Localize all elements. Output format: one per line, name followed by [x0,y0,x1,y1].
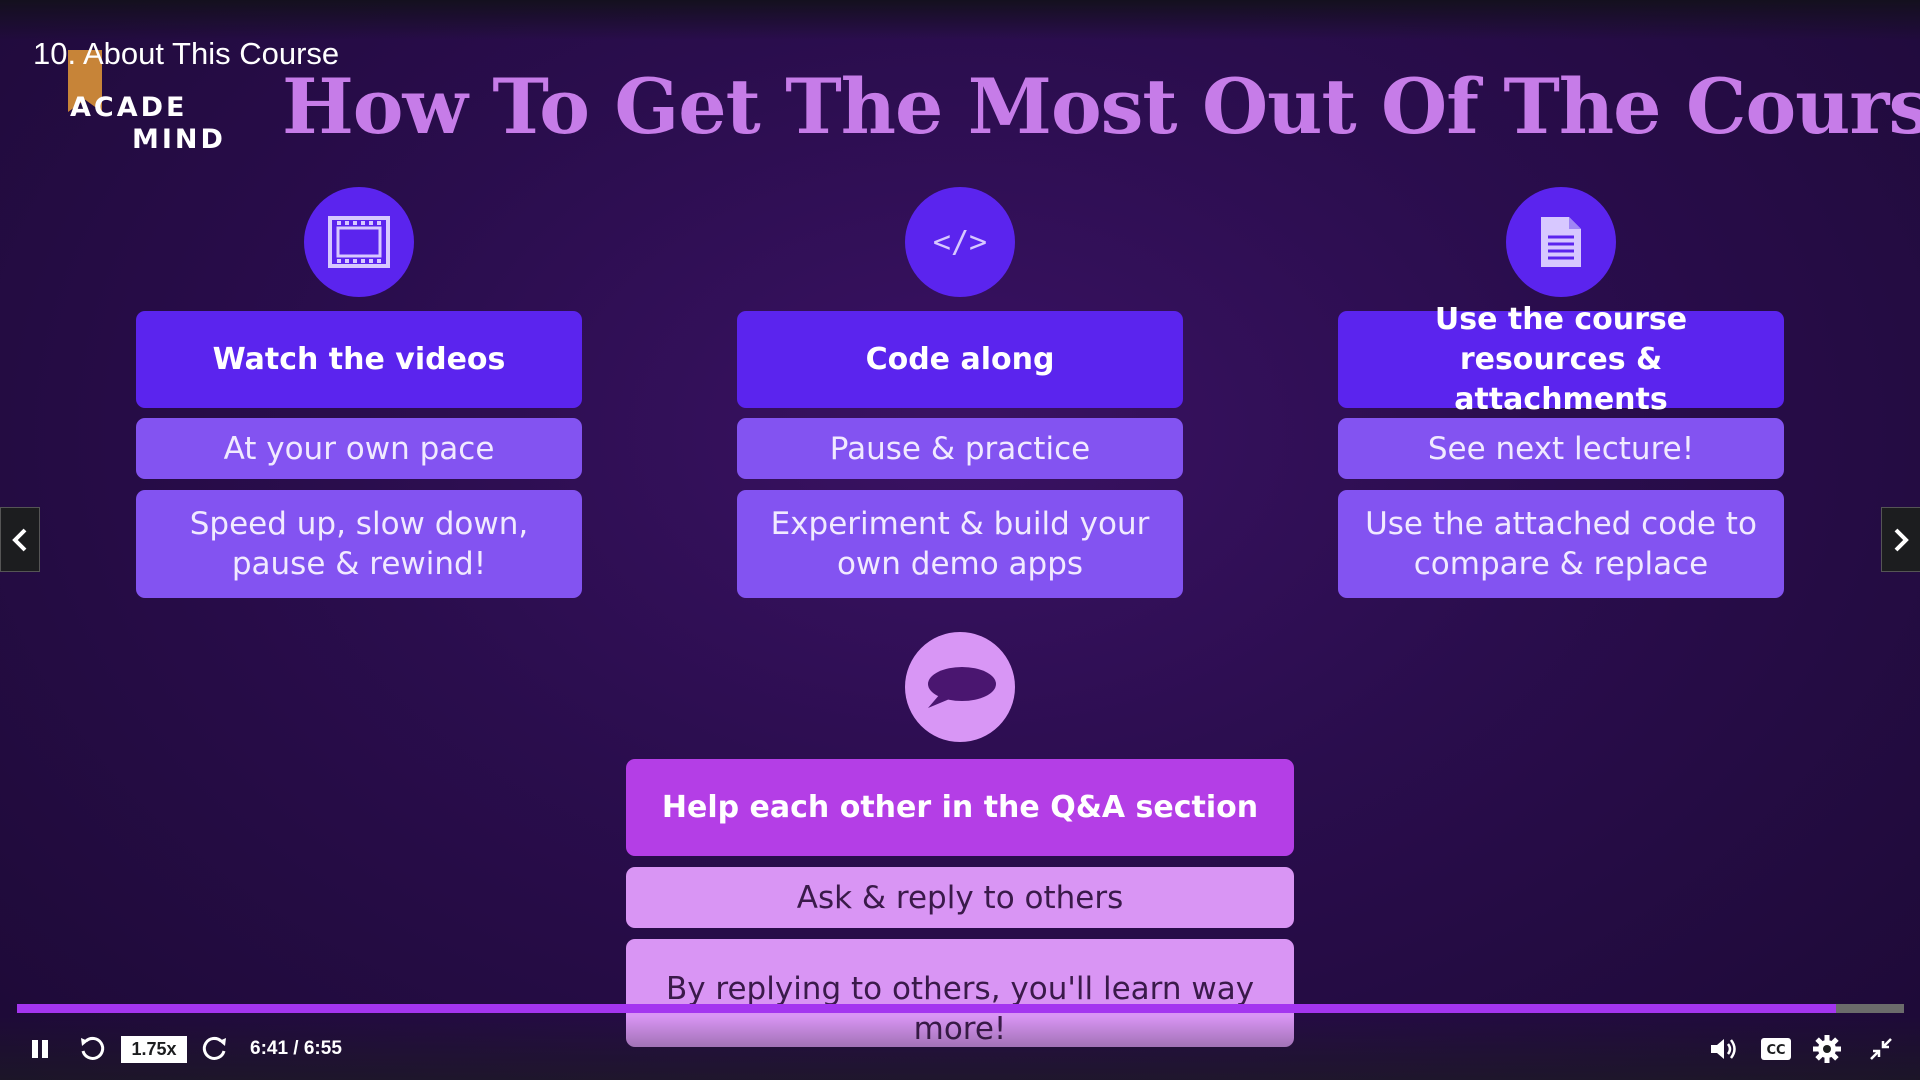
col2-title: Code along [737,311,1183,408]
video-player[interactable]: 10. About This Course ACADE MIND How To … [0,0,1920,1080]
closed-captions-icon: CC [1761,1038,1791,1060]
logo-line-1: ACADE [70,92,188,123]
pause-button[interactable] [26,1033,54,1065]
document-icon [1506,187,1616,297]
logo-line-2: MIND [132,124,226,155]
col1-point2: Speed up, slow down, pause & rewind! [136,490,582,598]
col3-point2: Use the attached code to compare & repla… [1338,490,1784,598]
title-overlay [0,0,1920,40]
gear-icon [1813,1035,1841,1063]
qa-title: Help each other in the Q&A section [626,759,1294,856]
volume-icon [1711,1039,1736,1059]
next-lecture-button[interactable] [1881,507,1920,572]
rewind-button[interactable] [76,1033,108,1065]
col3-point1: See next lecture! [1338,418,1784,479]
col2-point1: Pause & practice [737,418,1183,479]
time-display: 6:41 / 6:55 [250,1038,342,1059]
lecture-title: 10. About This Course [33,36,340,71]
exit-fullscreen-button[interactable] [1864,1033,1898,1065]
col3-title: Use the course resources & attachments [1338,302,1784,417]
col1-title: Watch the videos [136,311,582,408]
playback-speed-button[interactable]: 1.75x [121,1036,187,1063]
progress-fill [17,1004,1837,1013]
col1-point1: At your own pace [136,418,582,479]
pause-icon [32,1040,48,1058]
code-icon: </> [905,187,1015,297]
slide-heading: How To Get The Most Out Of The Course [282,62,1920,151]
progress-bar[interactable] [17,1004,1904,1013]
captions-button[interactable]: CC [1758,1033,1794,1065]
rewind-icon [81,1036,105,1060]
exit-fullscreen-icon [1870,1038,1892,1060]
speech-bubble-icon [905,632,1015,742]
col2-point2: Experiment & build your own demo apps [737,490,1183,598]
forward-icon [202,1036,226,1060]
volume-button[interactable] [1707,1033,1741,1065]
forward-button[interactable] [199,1033,231,1065]
chevron-right-icon [1894,528,1909,551]
chevron-left-icon [12,528,27,551]
qa-point1: Ask & reply to others [626,867,1294,928]
previous-lecture-button[interactable] [0,507,40,572]
film-icon [304,187,414,297]
settings-button[interactable] [1810,1033,1844,1065]
svg-text:CC: CC [1766,1043,1785,1058]
